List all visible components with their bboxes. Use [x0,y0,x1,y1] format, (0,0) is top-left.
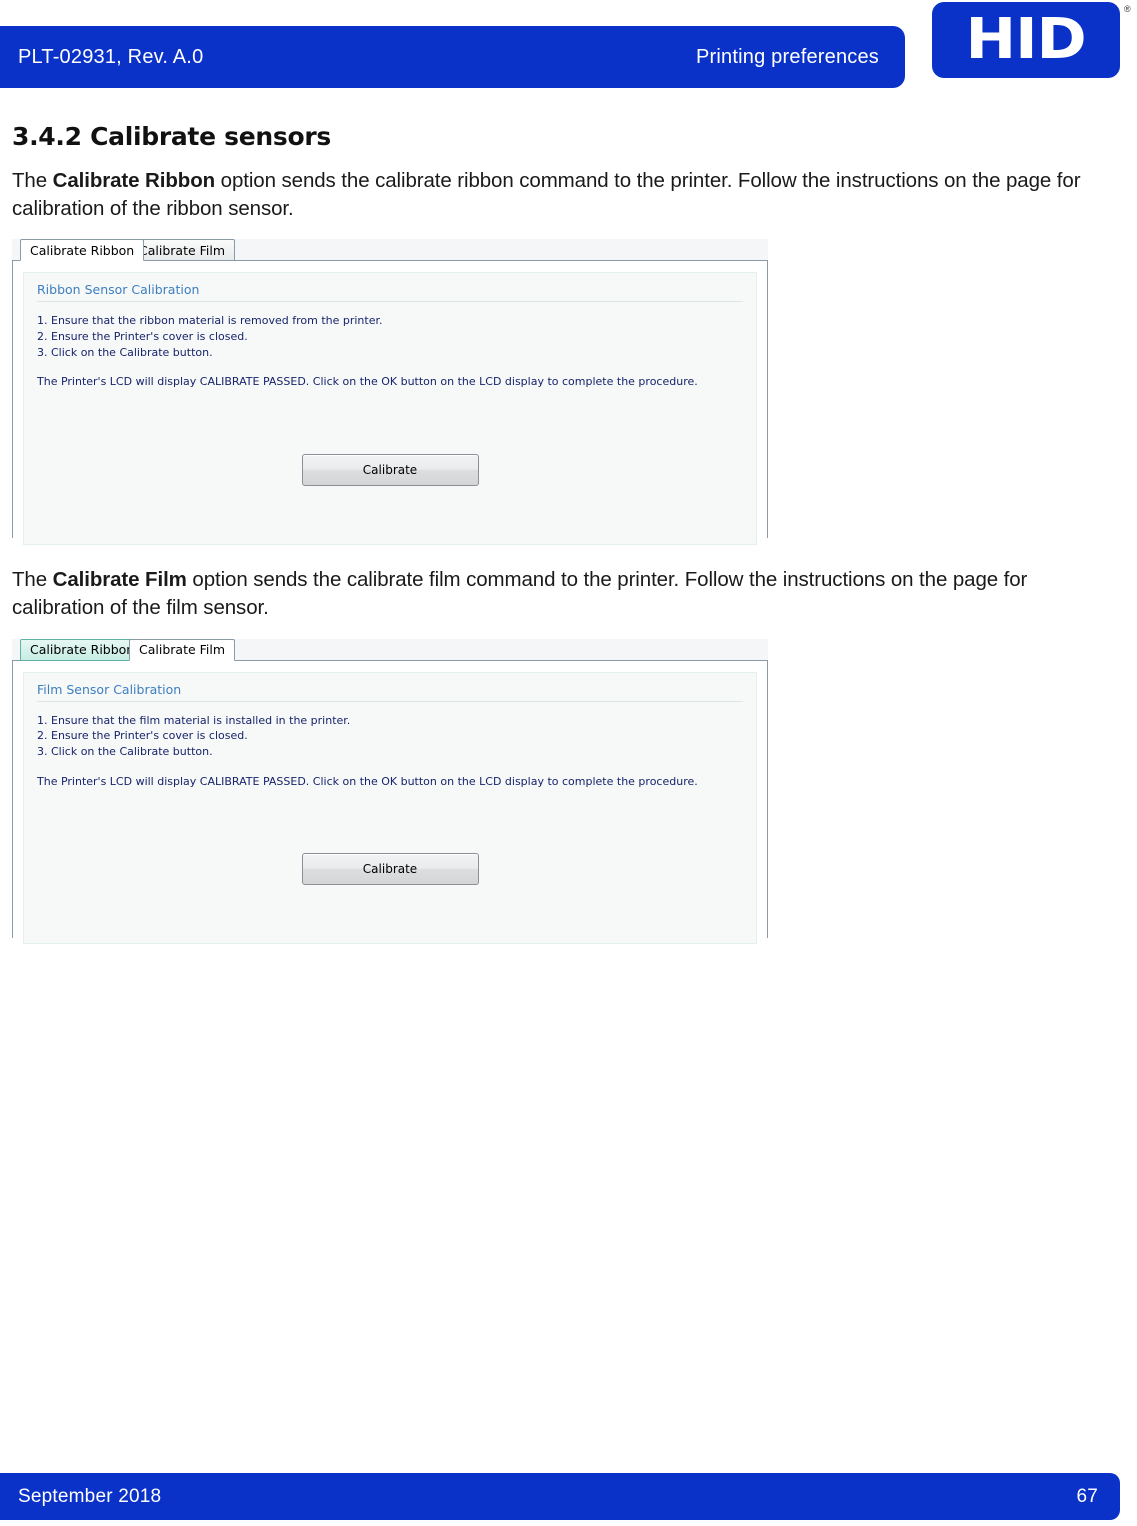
dialog-body-ribbon: Ribbon Sensor Calibration 1. Ensure that… [12,261,768,545]
tab-calibrate-film-label: Calibrate Film [139,642,226,658]
panel-bottom-spacer [37,486,743,544]
hid-logo-text: HID [965,7,1087,72]
paragraph-film-prefix: The [12,568,53,592]
instruction-step: 2. Ensure the Printer's cover is closed. [37,329,248,343]
footer-page-number: 67 [1076,1485,1098,1507]
page-title: 3.4.2 Calibrate sensors [12,122,331,151]
dialog-screenshot-calibrate-ribbon: Calibrate Ribbon Calibrate Film Ribbon S… [12,239,768,545]
instruction-step: 1. Ensure that the ribbon material is re… [37,314,383,328]
tab-calibrate-ribbon[interactable]: Calibrate Ribbon [20,239,145,262]
instruction-note-film: The Printer's LCD will display CALIBRATE… [37,774,698,788]
tab-calibrate-film[interactable]: Calibrate Film [129,239,236,262]
tab-calibrate-film[interactable]: Calibrate Film [129,638,236,661]
group-panel-film-sensor-calibration: Film Sensor Calibration 1. Ensure that t… [23,671,757,945]
paragraph-film-bold-term: Calibrate Film [52,568,187,592]
tab-strip-ribbon-dialog: Calibrate Ribbon Calibrate Film [12,239,768,262]
group-title-film: Film Sensor Calibration [37,682,743,702]
footer-date: September 2018 [18,1485,162,1507]
paragraph-ribbon-bold-term: Calibrate Ribbon [52,169,216,192]
paragraph-calibrate-film: The Calibrate Film option sends the cali… [12,566,1125,621]
instruction-spacer [37,760,743,774]
header-section-title: Printing preferences [696,45,879,68]
group-title-ribbon: Ribbon Sensor Calibration [37,282,743,303]
calibrate-button[interactable]: Calibrate [301,853,479,886]
dialog-body-film: Film Sensor Calibration 1. Ensure that t… [12,660,768,945]
paragraph-ribbon-prefix: The [12,169,53,192]
instruction-step: 3. Click on the Calibrate button. [37,744,213,758]
calibrate-button-container: Calibrate [37,390,743,486]
group-panel-ribbon-sensor-calibration: Ribbon Sensor Calibration 1. Ensure that… [23,272,757,545]
hid-logo: HID [932,2,1120,78]
registered-trademark-icon: ® [1124,4,1131,14]
calibrate-button-label: Calibrate [362,862,418,877]
tab-calibrate-ribbon-label: Calibrate Ribbon [30,642,135,658]
tab-strip-film-dialog: Calibrate Ribbon Calibrate Film [12,638,768,661]
paragraph-calibrate-ribbon: The Calibrate Ribbon option sends the ca… [12,167,1125,222]
dialog-screenshot-calibrate-film: Calibrate Ribbon Calibrate Film Film Sen… [12,638,768,945]
instruction-spacer [37,360,743,374]
calibrate-button-label: Calibrate [362,462,418,477]
page-content: 3.4.2 Calibrate sensors The Calibrate Ri… [12,122,1125,945]
tab-calibrate-film-label: Calibrate Film [139,242,226,258]
page-footer-bar: September 2018 67 [0,1473,1120,1520]
calibrate-button-container: Calibrate [37,789,743,886]
panel-bottom-spacer [37,885,743,943]
tab-calibrate-ribbon[interactable]: Calibrate Ribbon [20,638,145,661]
calibrate-button[interactable]: Calibrate [301,453,479,486]
document-number: PLT-02931, Rev. A.0 [18,45,204,68]
tab-calibrate-ribbon-label: Calibrate Ribbon [30,242,135,258]
instruction-step: 3. Click on the Calibrate button. [37,345,213,359]
instruction-step: 1. Ensure that the film material is inst… [37,713,351,727]
instruction-step: 2. Ensure the Printer's cover is closed. [37,729,248,743]
instruction-note-ribbon: The Printer's LCD will display CALIBRATE… [37,375,698,389]
page-header-bar: PLT-02931, Rev. A.0 Printing preferences [0,26,905,88]
